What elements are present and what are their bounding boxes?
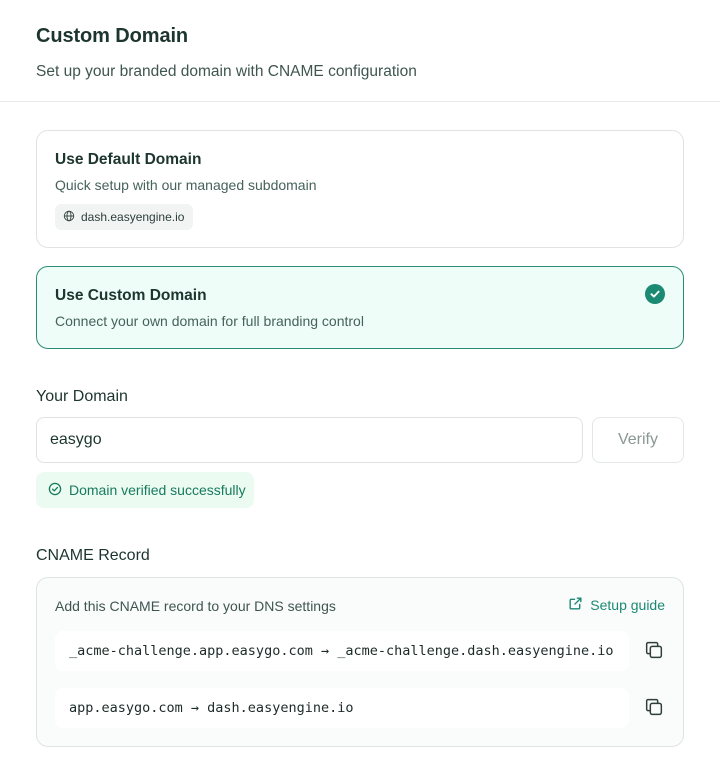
cname-record-row: app.easygo.com → dash.easyengine.io bbox=[55, 688, 629, 728]
your-domain-label: Your Domain bbox=[36, 388, 128, 405]
globe-icon bbox=[63, 210, 75, 225]
default-domain-chip: dash.easyengine.io bbox=[55, 204, 194, 230]
cname-record-box: Add this CNAME record to your DNS settin… bbox=[36, 577, 684, 747]
option-default-description: Quick setup with our managed subdomain bbox=[55, 177, 317, 193]
option-custom-description: Connect your own domain for full brandin… bbox=[55, 313, 364, 329]
option-custom-title: Use Custom Domain bbox=[55, 287, 207, 304]
verify-button[interactable]: Verify bbox=[592, 417, 684, 463]
page-subtitle: Set up your branded domain with CNAME co… bbox=[36, 63, 417, 80]
cname-record-label: CNAME Record bbox=[36, 547, 150, 564]
option-default-title: Use Default Domain bbox=[55, 151, 202, 168]
cname-record-row: _acme-challenge.app.easygo.com → _acme-c… bbox=[55, 631, 629, 671]
custom-domain-panel: Custom Domain Set up your branded domain… bbox=[0, 0, 720, 775]
setup-guide-label: Setup guide bbox=[590, 597, 665, 613]
setup-guide-link[interactable]: Setup guide bbox=[568, 596, 665, 614]
check-circle-icon bbox=[645, 284, 665, 304]
copy-icon bbox=[643, 639, 665, 664]
panel-header: Custom Domain Set up your branded domain… bbox=[0, 0, 720, 102]
default-domain-text: dash.easyengine.io bbox=[81, 210, 185, 224]
external-link-icon bbox=[568, 596, 583, 614]
page-title: Custom Domain bbox=[36, 25, 189, 47]
copy-record-button[interactable] bbox=[641, 695, 667, 721]
option-custom-domain[interactable]: Use Custom Domain Connect your own domai… bbox=[36, 266, 684, 349]
option-default-domain[interactable]: Use Default Domain Quick setup with our … bbox=[36, 130, 684, 248]
verification-status-text: Domain verified successfully bbox=[69, 482, 246, 498]
success-check-icon bbox=[48, 482, 62, 499]
cname-instruction: Add this CNAME record to your DNS settin… bbox=[55, 598, 336, 614]
verification-status: Domain verified successfully bbox=[36, 472, 254, 508]
domain-input[interactable] bbox=[36, 417, 583, 463]
copy-icon bbox=[643, 696, 665, 721]
copy-record-button[interactable] bbox=[641, 638, 667, 664]
